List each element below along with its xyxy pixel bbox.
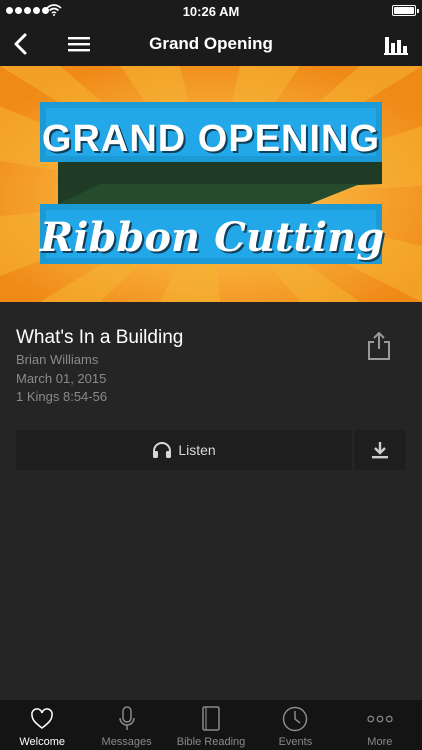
banner-headline: GRAND OPENING [41, 118, 381, 160]
page-title: Grand Opening [149, 34, 273, 53]
more-icon [367, 706, 393, 732]
status-time: 10:26 AM [182, 4, 240, 19]
navigation-bar: Grand Opening [0, 22, 422, 66]
status-bar: 10:26 AM [0, 0, 422, 22]
book-icon [198, 706, 224, 732]
tab-label: Messages [101, 736, 152, 748]
message-scripture: 1 Kings 8:54-56 [16, 389, 108, 404]
banner-artwork [0, 66, 422, 302]
tab-more[interactable]: More [338, 700, 422, 750]
banner-subheadline: Ribbon Cutting [40, 214, 385, 261]
microphone-icon [114, 706, 140, 732]
battery-icon [392, 5, 419, 16]
tab-events[interactable]: Events [253, 700, 337, 750]
tab-bible-reading[interactable]: Bible Reading [169, 700, 253, 750]
listen-label: Listen [178, 442, 216, 458]
tab-label: More [367, 736, 393, 748]
download-icon [372, 442, 388, 459]
tab-bar: Welcome Messages Bible Reading Events Mo… [0, 700, 422, 750]
bar-chart-icon[interactable] [384, 32, 408, 56]
message-title: What's In a Building [16, 327, 184, 348]
heart-icon [29, 706, 55, 732]
tab-label: Events [278, 736, 313, 748]
tab-messages[interactable]: Messages [84, 700, 168, 750]
tab-label: Bible Reading [176, 736, 246, 748]
share-icon[interactable] [366, 331, 392, 361]
download-button[interactable] [354, 430, 406, 470]
tab-welcome[interactable]: Welcome [0, 700, 84, 750]
message-speaker: Brian Williams [16, 352, 99, 367]
headphones-icon [153, 442, 172, 458]
series-banner: GRAND OPENING Ribbon Cutting [0, 66, 422, 302]
message-date: March 01, 2015 [16, 371, 107, 386]
tab-label: Welcome [19, 736, 66, 748]
listen-button[interactable]: Listen [16, 430, 352, 470]
clock-icon [282, 706, 308, 732]
